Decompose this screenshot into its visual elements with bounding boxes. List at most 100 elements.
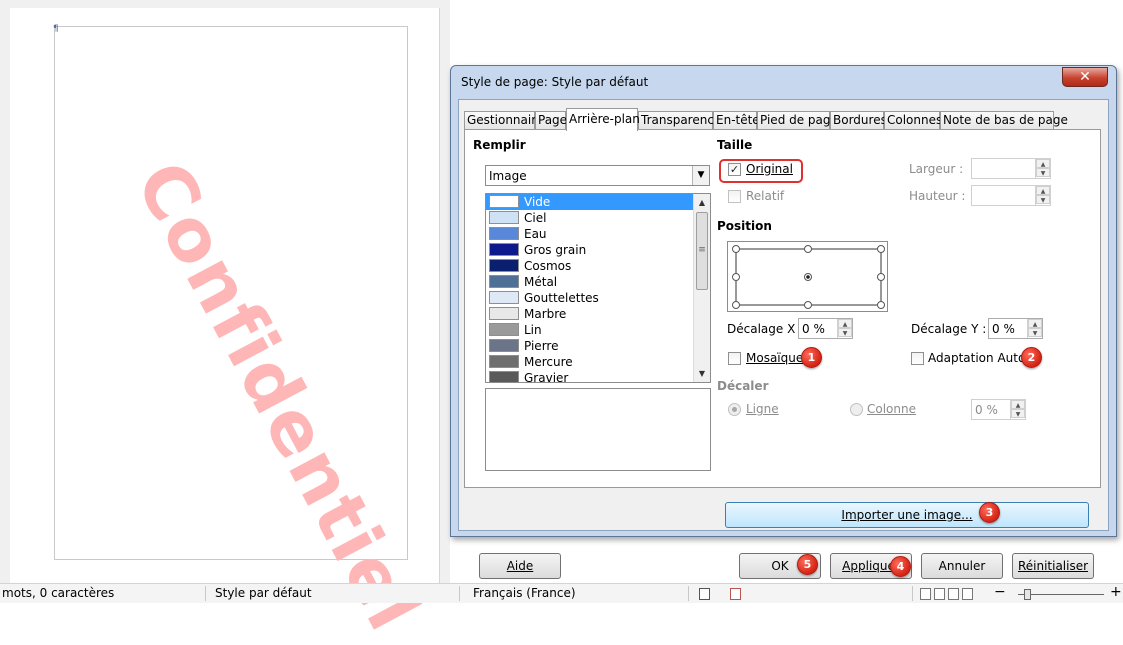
image-swatch bbox=[489, 227, 519, 240]
image-list-item[interactable]: Gravier bbox=[486, 370, 710, 382]
tab-note-de-bas-de-page[interactable]: Note de bas de page bbox=[940, 111, 1068, 130]
width-label: Largeur : bbox=[909, 162, 964, 176]
callout-marker-3: 3 bbox=[979, 502, 1000, 523]
insert-mode-icon[interactable] bbox=[699, 588, 710, 600]
status-bar: mots, 0 caractères Style par défaut Fran… bbox=[0, 583, 1123, 603]
image-name: Métal bbox=[524, 275, 558, 289]
chevron-down-icon[interactable]: ▼ bbox=[692, 166, 709, 185]
help-button[interactable]: Aide bbox=[479, 553, 561, 579]
tab-gestionnaire[interactable]: Gestionnaire bbox=[464, 111, 543, 130]
tile-label: Mosaïque bbox=[746, 351, 804, 365]
shift-heading: Décaler bbox=[717, 379, 769, 393]
document-modified-icon[interactable] bbox=[730, 588, 741, 600]
image-list[interactable]: Vide Ciel Eau Gros grain Cosmos Métal Gouttele… bbox=[485, 193, 711, 383]
zoom-slider-thumb[interactable] bbox=[1024, 589, 1031, 600]
image-preview bbox=[485, 388, 711, 471]
image-list-item[interactable]: Mercure bbox=[486, 354, 710, 370]
background-tab-panel: Remplir Image ▼ Vide Ciel Eau Gros grain Cos… bbox=[464, 129, 1101, 488]
offset-y-value: 0 % bbox=[992, 322, 1015, 336]
width-field[interactable]: ▲ ▼ bbox=[971, 158, 1051, 179]
fill-type-dropdown[interactable]: Image ▼ bbox=[485, 165, 710, 186]
word-count: mots, 0 caractères bbox=[2, 586, 115, 600]
dialog-title: Style de page: Style par défaut bbox=[461, 75, 649, 89]
offset-y-field[interactable]: 0 % ▲ ▼ bbox=[988, 318, 1043, 339]
image-list-item[interactable]: Marbre bbox=[486, 306, 710, 322]
tile-checkbox[interactable] bbox=[728, 352, 741, 365]
callout-marker-5: 5 bbox=[797, 554, 818, 575]
status-divider bbox=[912, 586, 913, 601]
relative-checkbox[interactable] bbox=[728, 190, 741, 203]
tab-page[interactable]: Page bbox=[535, 111, 567, 130]
offset-x-label: Décalage X bbox=[727, 322, 796, 336]
cancel-button[interactable]: Annuler bbox=[921, 553, 1003, 579]
multi-page-view-icon[interactable] bbox=[934, 588, 945, 600]
image-swatch bbox=[489, 355, 519, 368]
image-name: Gouttelettes bbox=[524, 291, 599, 305]
page-style-status[interactable]: Style par défaut bbox=[215, 586, 312, 600]
fill-type-value: Image bbox=[489, 169, 527, 183]
image-swatch bbox=[489, 275, 519, 288]
reset-button[interactable]: Réinitialiser bbox=[1012, 553, 1094, 579]
multi-page-view-icon-2[interactable] bbox=[948, 588, 959, 600]
image-list-item[interactable]: Gouttelettes bbox=[486, 290, 710, 306]
position-grid[interactable] bbox=[727, 241, 888, 312]
tab-transparence[interactable]: Transparence bbox=[638, 111, 721, 130]
zoom-in-button[interactable]: + bbox=[1110, 584, 1122, 600]
offset-y-label: Décalage Y : bbox=[911, 322, 987, 336]
image-swatch bbox=[489, 243, 519, 256]
ok-label: OK bbox=[771, 559, 789, 573]
image-list-items: Vide Ciel Eau Gros grain Cosmos Métal Gouttele… bbox=[486, 194, 710, 382]
import-image-button[interactable]: Importer une image... bbox=[725, 502, 1089, 528]
image-name: Lin bbox=[524, 323, 542, 337]
scroll-thumb[interactable]: ≡ bbox=[696, 212, 708, 290]
image-list-item[interactable]: Métal bbox=[486, 274, 710, 290]
image-list-item[interactable]: Eau bbox=[486, 226, 710, 242]
image-list-item[interactable]: Cosmos bbox=[486, 258, 710, 274]
book-view-icon[interactable] bbox=[962, 588, 973, 600]
image-list-item[interactable]: Lin bbox=[486, 322, 710, 338]
image-list-item[interactable]: Vide bbox=[486, 194, 710, 210]
image-list-item[interactable]: Gros grain bbox=[486, 242, 710, 258]
tab-colonnes[interactable]: Colonnes bbox=[884, 111, 942, 130]
language-status[interactable]: Français (France) bbox=[473, 586, 576, 600]
zoom-out-button[interactable]: − bbox=[994, 584, 1006, 600]
close-icon[interactable]: ✕ bbox=[1062, 67, 1108, 87]
image-name: Gros grain bbox=[524, 243, 587, 257]
offset-x-field[interactable]: 0 % ▲ ▼ bbox=[798, 318, 853, 339]
image-name: Vide bbox=[524, 195, 551, 209]
help-label: Aide bbox=[506, 559, 534, 573]
column-label: Colonne bbox=[867, 402, 916, 416]
image-list-item[interactable]: Pierre bbox=[486, 338, 710, 354]
image-swatch bbox=[489, 259, 519, 272]
row-radio[interactable] bbox=[728, 403, 741, 416]
original-highlight bbox=[719, 159, 803, 183]
tab-en-tete[interactable]: En-tête bbox=[713, 111, 760, 130]
relative-label: Relatif bbox=[746, 189, 785, 203]
scroll-up-icon[interactable]: ▲ bbox=[694, 194, 710, 211]
position-heading: Position bbox=[717, 219, 772, 233]
image-swatch bbox=[489, 339, 519, 352]
fill-heading: Remplir bbox=[473, 138, 526, 152]
tab-arriere-plan[interactable]: Arrière-plan bbox=[566, 108, 640, 131]
callout-marker-1: 1 bbox=[801, 347, 822, 368]
height-field[interactable]: ▲ ▼ bbox=[971, 185, 1051, 206]
column-radio[interactable] bbox=[850, 403, 863, 416]
image-list-scrollbar[interactable]: ▲ ≡ ▼ bbox=[693, 194, 710, 382]
image-swatch bbox=[489, 211, 519, 224]
paragraph-mark: ¶ bbox=[53, 24, 59, 34]
image-name: Marbre bbox=[524, 307, 567, 321]
row-label: Ligne bbox=[746, 402, 779, 416]
dialog-title-bar[interactable]: Style de page: Style par défaut ✕ bbox=[451, 66, 1116, 99]
shift-value-field[interactable]: 0 % ▲ ▼ bbox=[971, 399, 1026, 420]
tab-pied-de-page[interactable]: Pied de page bbox=[757, 111, 838, 130]
status-divider bbox=[459, 586, 460, 601]
shift-value: 0 % bbox=[975, 403, 998, 417]
single-page-view-icon[interactable] bbox=[920, 588, 931, 600]
scroll-down-icon[interactable]: ▼ bbox=[694, 365, 710, 382]
image-list-item[interactable]: Ciel bbox=[486, 210, 710, 226]
tab-bordures[interactable]: Bordures bbox=[830, 111, 887, 130]
autofit-checkbox[interactable] bbox=[911, 352, 924, 365]
image-name: Mercure bbox=[524, 355, 573, 369]
height-label: Hauteur : bbox=[909, 189, 966, 203]
page-style-dialog: Style de page: Style par défaut ✕ Gestio… bbox=[450, 65, 1117, 579]
